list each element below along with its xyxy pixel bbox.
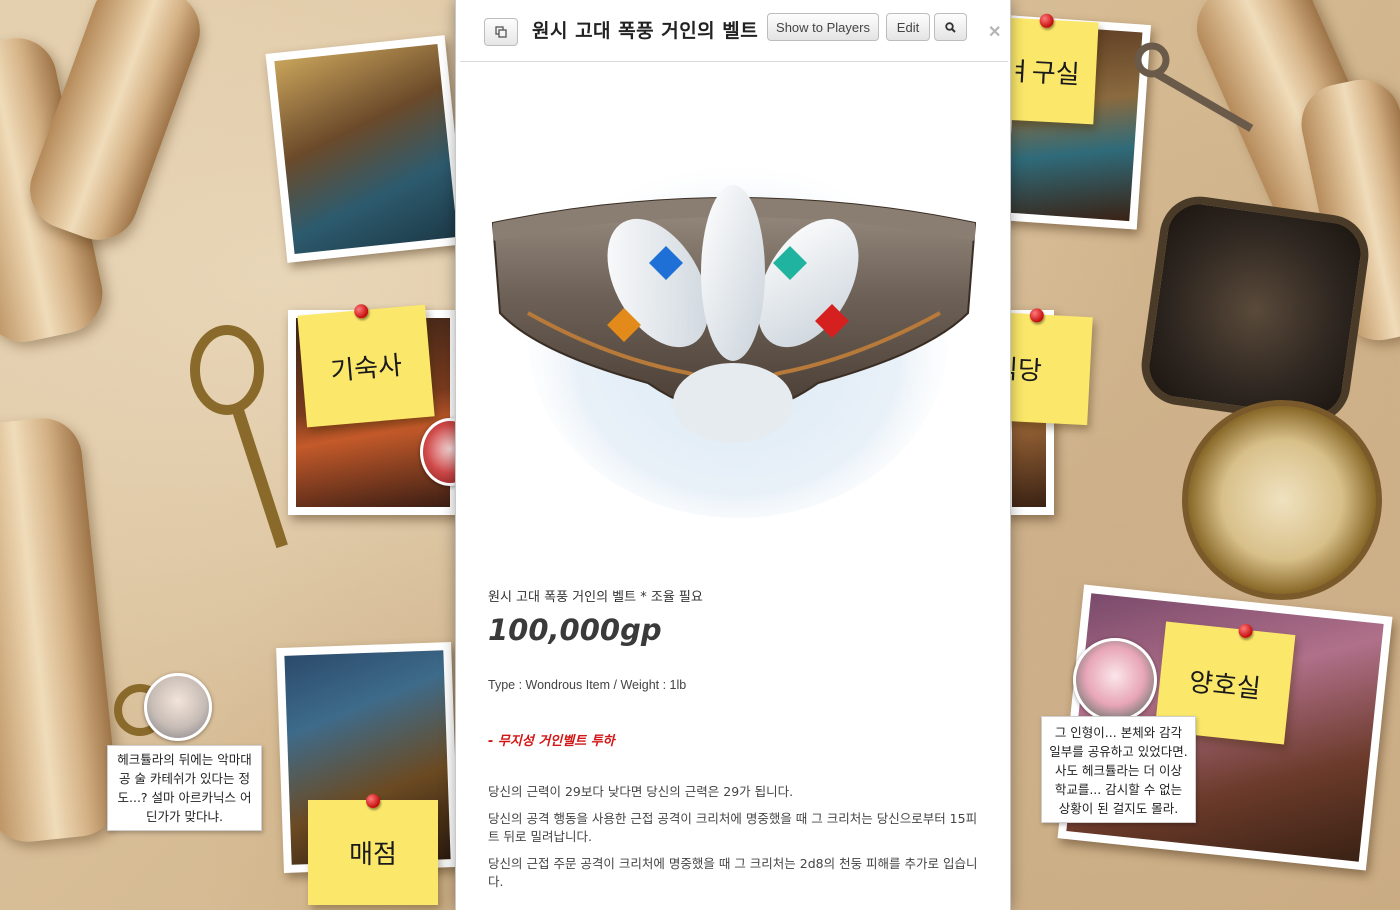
character-avatar[interactable] — [1073, 638, 1157, 722]
note-label: 기숙사 — [329, 350, 404, 387]
character-avatar[interactable] — [144, 673, 212, 741]
sticky-note-laboratory[interactable]: ㅕ구실 — [1001, 13, 1099, 125]
item-type-weight: Type : Wondrous Item / Weight : 1lb — [488, 678, 687, 692]
show-to-players-button[interactable]: Show to Players — [767, 13, 879, 41]
edit-button[interactable]: Edit — [886, 13, 930, 41]
item-dialog: 원시 고대 폭풍 거인의 벨트 Show to Players Edit ✕ 원… — [455, 0, 1011, 910]
close-icon[interactable]: ✕ — [988, 22, 1001, 42]
item-description: 당신의 근력이 29보다 낮다면 당신의 근력은 29가 됩니다. 당신의 공격… — [488, 783, 978, 900]
dialog-title: 원시 고대 폭풍 거인의 벨트 — [532, 20, 759, 42]
pin-icon — [1029, 308, 1045, 323]
description-paragraph: 당신의 근접 주문 공격이 크리처에 명중했을 때 그 크리처는 2d8의 천둥… — [488, 856, 978, 889]
item-subtitle: 원시 고대 폭풍 거인의 벨트 * 조율 필요 — [488, 590, 703, 605]
item-warning-note: - 무지성 거인벨트 투하 — [488, 734, 615, 749]
search-button[interactable] — [934, 13, 967, 41]
compass-decoration — [1136, 191, 1374, 429]
speech-bubble-left: 헤크튤라의 뒤에는 악마대공 술 카테쉬가 있다는 정도...? 설마 아르카닉… — [107, 745, 262, 831]
pin-icon — [353, 303, 369, 319]
photo-library — [265, 35, 467, 263]
dialog-body: 원시 고대 폭풍 거인의 벨트 * 조율 필요 100,000gp Type :… — [456, 63, 1010, 910]
note-label: 양호실 — [1187, 666, 1262, 705]
description-paragraph: 당신의 근력이 29보다 낮다면 당신의 근력은 29가 됩니다. — [488, 784, 794, 799]
sticky-note-shop[interactable]: 매점 — [308, 794, 438, 905]
popout-button[interactable] — [484, 18, 518, 46]
popout-icon — [495, 26, 507, 38]
sticky-note-dormitory[interactable]: 기숙사 — [297, 303, 435, 428]
item-price: 100,000gp — [488, 613, 662, 647]
sticky-note-dining[interactable]: 식당 — [993, 308, 1093, 426]
dialog-header: 원시 고대 폭풍 거인의 벨트 Show to Players Edit ✕ — [460, 0, 1008, 62]
item-artwork-belt — [491, 158, 977, 518]
speech-bubble-right: 그 인형이... 본체와 감각 일부를 공유하고 있었다면. 사도 헤크튤라는 … — [1041, 716, 1196, 823]
pin-icon — [1237, 623, 1254, 639]
pin-icon — [366, 794, 380, 808]
parchment-scroll — [0, 414, 122, 846]
key-decoration — [190, 325, 288, 549]
compass-dial — [1182, 400, 1382, 600]
key-decoration — [1134, 42, 1254, 132]
description-paragraph: 당신의 공격 행동을 사용한 근접 공격이 크리처에 명중했을 때 그 크리처는… — [488, 811, 978, 844]
note-label: 매점 — [349, 840, 397, 870]
note-label: ㅕ구실 — [1007, 56, 1081, 91]
search-icon — [945, 21, 956, 33]
pin-icon — [1039, 13, 1054, 29]
